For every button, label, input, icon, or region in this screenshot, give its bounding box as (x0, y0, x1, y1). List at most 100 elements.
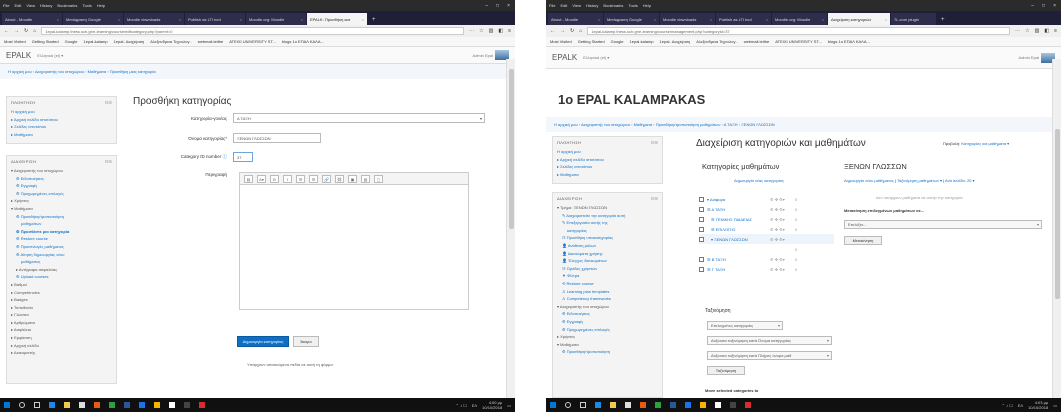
breadcrumb-item[interactable]: Η αρχική μου (554, 122, 578, 127)
sidebar-toggle-icon[interactable]: ◧ (1044, 28, 1049, 34)
bookmark-star-icon[interactable]: ☆ (479, 28, 483, 34)
minimize-icon[interactable]: – (485, 3, 488, 9)
tab-close-icon[interactable]: × (766, 17, 768, 22)
sidebar-toggle-icon[interactable]: ◧ (498, 28, 503, 34)
network-icon[interactable]: ⌃ ♪ ☐ (1002, 403, 1013, 408)
menu-edit[interactable]: Edit (14, 3, 21, 8)
bookmark-1epal-kalamp[interactable]: 1epal-kalamp (630, 39, 654, 44)
user-menu[interactable]: Admin Epal (1019, 52, 1055, 63)
address-bar[interactable]: 1epal-kalamp.thess.sch.gr/e-learning/cou… (587, 27, 1011, 35)
cancel-button[interactable]: Άκυρο (293, 336, 319, 347)
admin-item[interactable]: ▸ Τοποθεσία (11, 304, 112, 312)
admin-item[interactable]: ▸ Badges (11, 296, 112, 304)
editor-tool-button[interactable]: ☰ (309, 174, 318, 183)
admin-item[interactable]: ⚙ Προεπιλογές μαθήματος (11, 243, 112, 251)
create-course-link[interactable]: Δημιουργία νέου μαθήματος (844, 178, 894, 183)
admin-item[interactable]: ⚙ Restore course (11, 235, 112, 243)
tab-close-icon[interactable]: × (598, 17, 600, 22)
bookmark-getting-started[interactable]: Getting Started (578, 39, 605, 44)
admin-item[interactable]: ▸ Γλώσσα (11, 311, 112, 319)
breadcrumb-item[interactable]: Η αρχική μου (8, 69, 32, 74)
menu-hamburger-icon[interactable]: ≡ (1054, 28, 1057, 34)
editor-tool-button[interactable]: ▤ (244, 174, 253, 183)
address-bar[interactable]: 1epal-kalamp.thess.sch.gr/e-learning/cou… (41, 27, 465, 35)
admin-item[interactable]: ▸ Εμφάνιση (11, 334, 112, 342)
category-name-field[interactable]: ΞΕΝΩΝ ΓΛΩΣΣΩΝ (233, 133, 321, 143)
task-view-icon[interactable] (34, 402, 40, 408)
admin-item[interactable]: ⚙ Προσθήκη/τροποποίηση (11, 213, 112, 221)
tab-about-moodle[interactable]: About - Moodle × (548, 13, 603, 25)
sort-button[interactable]: Ταξινόμηση (707, 366, 745, 375)
category-actions-icon[interactable]: ⚙ ✥ ⚙▾ (770, 267, 792, 272)
editor-tool-button[interactable]: ⛓ (335, 174, 344, 183)
admin-item[interactable]: ▸ Χρήστες (11, 197, 112, 205)
close-icon[interactable]: × (1053, 3, 1056, 9)
breadcrumb-item[interactable]: Προσθήκη μιας κατηγορία (110, 69, 156, 74)
description-editor[interactable]: ▤ A▾ B I ☰ ☰ 🔗 ⛓ ▣ ▤ ▢ (239, 172, 469, 310)
tab-close-icon[interactable]: × (240, 17, 242, 22)
bookmark-alexandreia[interactable]: Αλεξανδρεια Τεχνολογ.. (150, 39, 191, 44)
admin-item[interactable]: ⚙ Εγγραφή (11, 182, 112, 190)
admin-item[interactable]: ⚙ Προσθέστε μια κατηγορία (11, 228, 112, 236)
page-actions-icon[interactable]: ⋯ (1015, 28, 1020, 34)
category-actions-icon[interactable]: ⚙ ✥ ⚙▾ (770, 217, 792, 222)
menu-file[interactable]: File (549, 3, 555, 8)
admin-item[interactable]: μαθήματος (11, 258, 112, 266)
tab-close-icon[interactable]: × (362, 17, 364, 22)
category-name-link[interactable]: ☰ ΕΠΙΛΟΓΗΣ (707, 227, 767, 232)
site-brand[interactable]: EPALK (552, 53, 577, 62)
admin-item[interactable]: ✎ Επεξεργασία αυτής της (557, 219, 658, 227)
word-icon[interactable] (670, 402, 676, 408)
tab-close-icon[interactable]: × (301, 17, 303, 22)
menu-history[interactable]: History (40, 3, 52, 8)
word-icon[interactable] (124, 402, 130, 408)
language-menu[interactable]: Ελληνικά (el) ▾ (37, 53, 63, 58)
edge-icon[interactable] (49, 402, 55, 408)
tab-moodle-org[interactable]: Moodle.org: Moodle × (246, 13, 306, 25)
admin-item[interactable]: ⚙ Προχωρημένες επιλογές (11, 190, 112, 198)
tab-manage-categories[interactable]: Διαχείριση κατηγοριών × (828, 13, 890, 25)
admin-item[interactable]: 👤 Δικαιώματα χρήσης (557, 250, 658, 258)
nav-item[interactable]: ▸ Σελίδες ιστοτόπου (11, 123, 112, 131)
editor-tool-button[interactable]: B (270, 174, 279, 183)
category-checkbox[interactable] (699, 266, 704, 272)
menu-tools[interactable]: Tools (628, 3, 637, 8)
document-icon[interactable] (169, 402, 175, 408)
document-icon[interactable] (715, 402, 721, 408)
editor-tool-button[interactable]: 🔗 (322, 174, 331, 183)
page-actions-icon[interactable]: ⋯ (469, 28, 474, 34)
category-actions-icon[interactable]: ⚙ ✥ ⚙▾ (770, 227, 792, 232)
block-controls-icon[interactable]: ⊟⊞ (105, 159, 112, 164)
app-icon[interactable] (730, 402, 736, 408)
admin-item[interactable]: ⚙ Upload courses (11, 273, 112, 281)
menu-bookmarks[interactable]: Bookmarks (603, 3, 623, 8)
bookmark-google[interactable]: Google (65, 39, 78, 44)
tab-close-icon[interactable]: × (885, 17, 887, 22)
admin-item[interactable]: ✎ Διαχειριστείτε την κατηγορία αυτή (557, 212, 658, 220)
admin-item[interactable]: ▸ Διακομιστής (11, 349, 112, 357)
category-checkbox[interactable] (699, 236, 704, 242)
tab-7l-plugin[interactable]: 7L.com plugin (891, 13, 936, 25)
category-checkbox[interactable] (699, 206, 704, 212)
breadcrumb-item[interactable]: Μαθήματα (634, 122, 653, 127)
reload-icon[interactable]: ↻ (24, 28, 28, 34)
bookmark-blogs[interactable]: blogs 1o ΕΠΑΛ ΚΑΛΑ... (282, 39, 324, 44)
category-checkbox[interactable] (699, 196, 704, 202)
editor-tool-button[interactable]: I (283, 174, 292, 183)
firefox-icon[interactable] (94, 402, 100, 408)
menu-help[interactable]: Help (97, 3, 105, 8)
start-icon[interactable] (4, 402, 10, 408)
page-scrollbar[interactable] (506, 59, 515, 398)
app-icon[interactable] (184, 402, 190, 408)
back-icon[interactable]: ← (4, 28, 9, 34)
tab-close-icon[interactable]: × (179, 17, 181, 22)
tab-google-translate[interactable]: Μετάφραση Google × (63, 13, 123, 25)
block-controls-icon[interactable]: ⊟⊞ (105, 100, 112, 105)
category-name-link[interactable]: ☰ Γ ΤΑΞΗ (707, 267, 767, 272)
edge-icon[interactable] (595, 402, 601, 408)
input-language[interactable]: ΕΛ (1018, 403, 1023, 408)
admin-item[interactable]: ⚙ Ειδοποιήσεις (557, 310, 658, 318)
editor-tool-button[interactable]: ▢ (374, 174, 383, 183)
nav-item[interactable]: ▸ Αρχική σελίδα ιστοτόπου (11, 116, 112, 124)
app-icon[interactable] (139, 402, 145, 408)
